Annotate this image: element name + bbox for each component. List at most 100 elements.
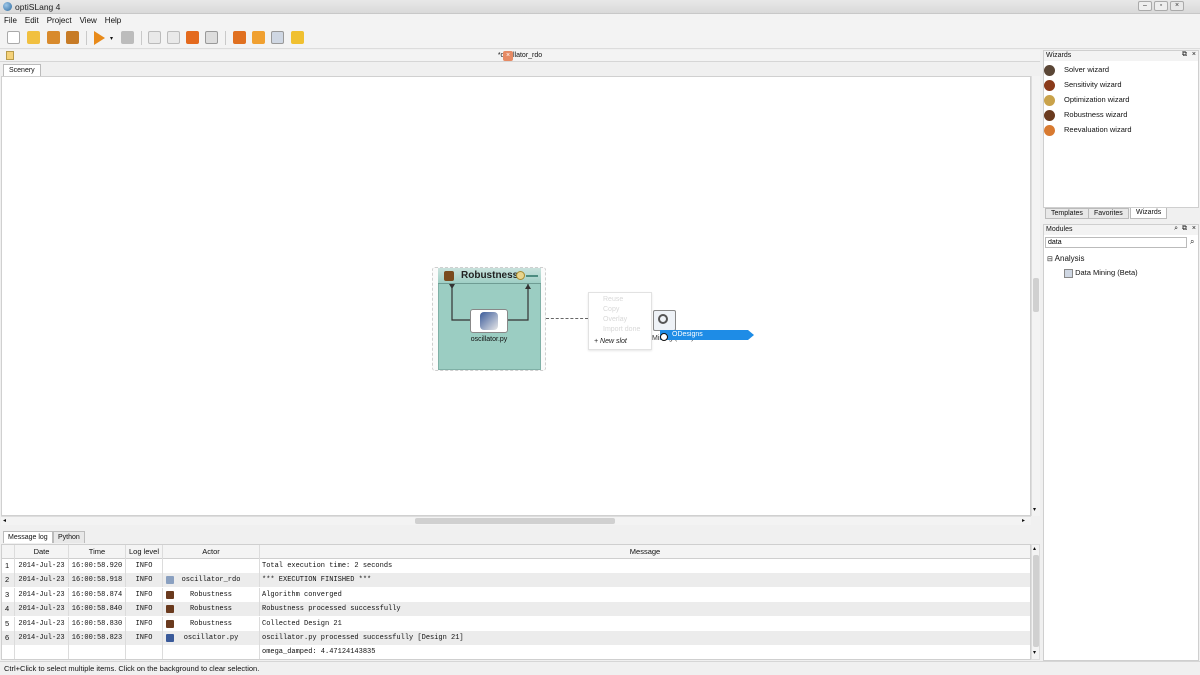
menu-help[interactable]: Help — [101, 14, 125, 27]
wizard-sensitivity[interactable]: Sensitivity wizard — [1044, 79, 1122, 91]
document-title[interactable]: *oscillator_rdo — [0, 52, 1040, 59]
log-cell-time: 16:00:58.874 — [69, 587, 126, 602]
menu-project[interactable]: Project — [43, 14, 76, 27]
paste-icon[interactable] — [167, 31, 180, 44]
new-slot-button[interactable]: + New slot — [594, 338, 627, 345]
column-actor[interactable]: Actor — [163, 545, 260, 559]
menu-file[interactable]: File — [0, 14, 21, 27]
log-cell-message: Total execution time: 2 seconds — [262, 562, 393, 570]
table-row[interactable]: 3 2014-Jul-23 16:00:58.874 INFO Robustness Al… — [2, 587, 1030, 602]
search-icon[interactable]: ⌕ — [1190, 237, 1194, 247]
float-panel-icon[interactable]: ⧉ — [1182, 51, 1187, 59]
log-cell-date: 2014-Jul-23 — [15, 559, 69, 573]
tree-item-data-mining[interactable]: Data Mining (Beta) — [1064, 268, 1138, 278]
minimize-button[interactable]: – — [1138, 1, 1152, 11]
rename-icon[interactable] — [205, 31, 218, 44]
scroll-down-icon[interactable]: ▾ — [1033, 506, 1036, 513]
wizard-solver[interactable]: Solver wizard — [1044, 64, 1109, 76]
tab-favorites[interactable]: Favorites — [1088, 208, 1129, 219]
hscroll-thumb[interactable] — [415, 518, 615, 524]
run-dropdown-icon[interactable]: ▾ — [110, 35, 113, 42]
table-row[interactable]: 4 2014-Jul-23 16:00:58.840 INFO Robustness Ro… — [2, 602, 1030, 617]
oscillator-solver-node[interactable] — [470, 309, 508, 333]
log-cell-actor — [163, 559, 260, 573]
run-icon[interactable] — [94, 31, 105, 45]
column-message[interactable]: Message — [260, 545, 1030, 559]
wizards-tab-bar: Templates Favorites Wizards — [1043, 208, 1199, 220]
collapse-icon[interactable]: ⊟ — [1047, 256, 1053, 263]
robustness-icon — [166, 605, 174, 614]
tab-templates[interactable]: Templates — [1045, 208, 1089, 219]
data-mining-icon[interactable] — [653, 310, 676, 331]
close-window-button[interactable]: × — [1170, 1, 1184, 11]
float-panel-icon[interactable]: ⧉ — [1182, 225, 1187, 233]
log-cell-actor: Robustness — [163, 587, 260, 602]
table-row[interactable]: 1 2014-Jul-23 16:00:58.920 INFO Total execut… — [2, 559, 1030, 573]
column-date[interactable]: Date — [15, 545, 69, 559]
slot-menu-item: Copy — [603, 306, 620, 313]
new-file-icon[interactable] — [7, 31, 20, 44]
connection-line — [546, 318, 588, 319]
log-cell-actor — [163, 645, 260, 659]
log-cell-actor: oscillator.py — [163, 631, 260, 645]
delete-icon[interactable] — [186, 31, 199, 44]
scroll-right-icon[interactable]: ▸ — [1022, 517, 1025, 524]
postprocessing-icon[interactable] — [271, 31, 284, 44]
canvas-horizontal-scrollbar[interactable]: ◂ ▸ — [1, 516, 1031, 525]
close-document-button[interactable]: × — [503, 51, 513, 61]
log-scroll-up-icon[interactable]: ▴ — [1033, 545, 1036, 552]
column-log-level[interactable]: Log level — [126, 545, 163, 559]
optimization-icon[interactable] — [252, 31, 265, 44]
search-toggle-icon[interactable]: ⌕ — [1174, 225, 1178, 233]
tree-category-analysis[interactable]: ⊟ Analysis — [1047, 254, 1084, 263]
log-cell-message: oscillator.py processed successfully [De… — [262, 634, 464, 642]
log-vertical-scrollbar[interactable]: ▴ ▾ — [1031, 544, 1040, 660]
log-cell-time: 16:00:58.830 — [69, 616, 126, 631]
maximize-button[interactable]: ▫ — [1154, 1, 1168, 11]
open-folder-icon[interactable] — [27, 31, 40, 44]
table-row[interactable]: 6 2014-Jul-23 16:00:58.823 INFO oscillator.p… — [2, 631, 1030, 645]
log-cell-level — [126, 645, 163, 659]
log-cell-n: 5 — [2, 616, 15, 631]
menu-edit[interactable]: Edit — [21, 14, 43, 27]
close-panel-icon[interactable]: × — [1192, 51, 1196, 58]
project-icon — [166, 576, 174, 585]
log-vscroll-thumb[interactable] — [1033, 555, 1039, 647]
log-cell-actor: oscillator_rdo — [163, 573, 260, 588]
log-cell-time: 16:00:58.840 — [69, 602, 126, 617]
stop-icon[interactable] — [121, 31, 134, 44]
table-row[interactable]: 2 2014-Jul-23 16:00:58.918 INFO oscillator_r… — [2, 573, 1030, 588]
column-time[interactable]: Time — [69, 545, 126, 559]
scroll-left-icon[interactable]: ◂ — [3, 517, 6, 524]
menu-view[interactable]: View — [76, 14, 101, 27]
collapse-handle[interactable] — [526, 275, 538, 277]
save-as-icon[interactable] — [66, 31, 79, 44]
report-icon[interactable] — [291, 31, 304, 44]
reevaluation-wizard-icon — [1044, 125, 1055, 136]
canvas-vertical-scrollbar[interactable]: ▾ — [1031, 76, 1040, 516]
tab-wizards[interactable]: Wizards — [1130, 208, 1168, 219]
wizard-robustness[interactable]: Robustness wizard — [1044, 109, 1127, 121]
table-row[interactable]: 5 2014-Jul-23 16:00:58.830 INFO Robustness Co… — [2, 616, 1030, 631]
modules-search-input[interactable] — [1045, 237, 1187, 248]
log-cell-level: INFO — [126, 602, 163, 617]
tab-message-log[interactable]: Message log — [3, 531, 53, 543]
data-mining-module-icon — [1064, 268, 1073, 278]
log-scroll-down-icon[interactable]: ▾ — [1033, 649, 1036, 656]
save-icon[interactable] — [47, 31, 60, 44]
wizard-optimization[interactable]: Optimization wizard — [1044, 94, 1129, 106]
sensitivity-icon[interactable] — [233, 31, 246, 44]
close-panel-icon[interactable]: × — [1192, 225, 1196, 232]
log-cell-actor: Robustness — [163, 602, 260, 617]
wizards-panel-title: Wizards — [1044, 51, 1198, 61]
message-log-table: Date Time Log level Actor Message 1 2014-… — [1, 544, 1031, 660]
copy-icon[interactable] — [148, 31, 161, 44]
log-cell-time: 16:00:58.823 — [69, 631, 126, 645]
table-row[interactable]: omega_damped: 4.47124143835 — [2, 645, 1030, 659]
vscroll-thumb[interactable] — [1033, 278, 1039, 312]
wizard-reevaluation[interactable]: Reevaluation wizard — [1044, 124, 1132, 136]
tab-python[interactable]: Python — [53, 531, 85, 543]
tab-scenery[interactable]: Scenery — [3, 64, 41, 76]
log-cell-message: omega_damped: 4.47124143835 — [262, 648, 376, 657]
log-cell-date: 2014-Jul-23 — [15, 616, 69, 631]
